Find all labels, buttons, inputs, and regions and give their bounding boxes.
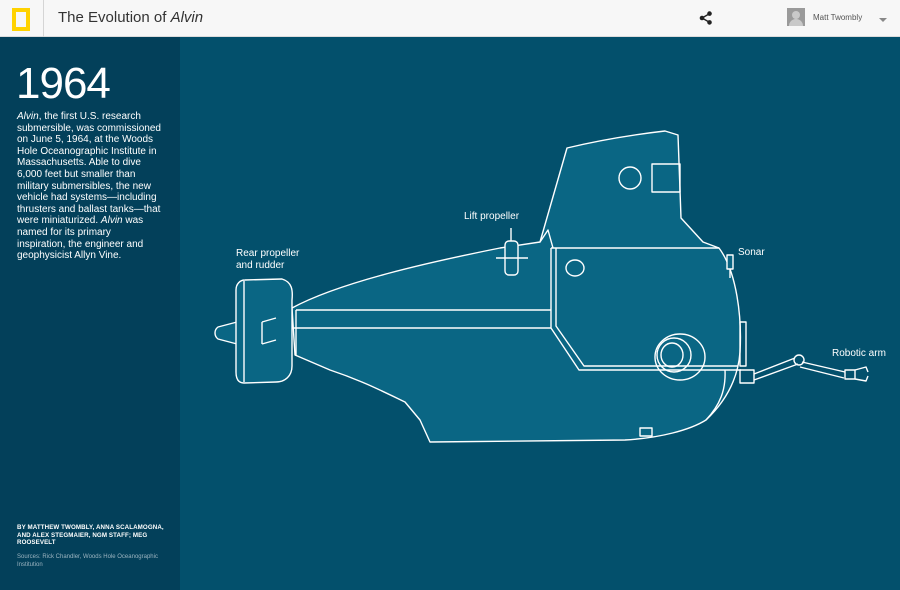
nat-geo-logo-icon — [12, 8, 30, 31]
page-title-prefix: The Evolution of — [58, 9, 171, 26]
submersible-drawing — [214, 130, 869, 443]
logo-link[interactable] — [0, 0, 44, 37]
page-title-emphasis: Alvin — [170, 9, 204, 26]
label-rear-propeller-line1: Rear propeller — [236, 248, 300, 259]
rear-propeller-hub — [214, 321, 238, 345]
user-name[interactable]: Matt Twombly — [813, 13, 862, 22]
byline: BY MATTHEW TWOMBLY, ANNA SCALAMOGNA, AND… — [17, 524, 164, 546]
label-robotic-arm: Robotic arm — [832, 348, 886, 359]
label-lift-propeller: Lift propeller — [464, 211, 520, 222]
submersible-diagram: Rear propeller and rudder Lift propeller… — [180, 37, 900, 590]
sidebar: 1964 Alvin, the first U.S. research subm… — [0, 37, 180, 590]
robotic-arm — [753, 357, 799, 381]
share-button[interactable] — [697, 9, 715, 27]
sonar — [726, 254, 734, 270]
sources: Sources: Rick Chandler, Woods Hole Ocean… — [17, 554, 158, 568]
description-part-1: , the first U.S. research submersible, w… — [17, 111, 161, 227]
page-title: The Evolution of Alvin — [58, 9, 203, 26]
year-heading: 1964 — [16, 59, 111, 108]
alvin-name-2: Alvin — [100, 215, 123, 227]
label-sonar: Sonar — [738, 247, 765, 258]
avatar-icon[interactable] — [787, 8, 805, 26]
label-rear-propeller-line2: and rudder — [236, 259, 285, 271]
hull-outline — [291, 130, 742, 443]
description-text: Alvin, the first U.S. research submersib… — [17, 111, 162, 262]
top-bar: The Evolution of Alvin Matt Twombly — [0, 0, 900, 37]
chevron-down-icon[interactable] — [879, 18, 887, 22]
label-rear-propeller: Rear propeller and rudder — [236, 248, 299, 271]
alvin-name-1: Alvin — [17, 111, 39, 122]
share-icon — [699, 11, 712, 25]
